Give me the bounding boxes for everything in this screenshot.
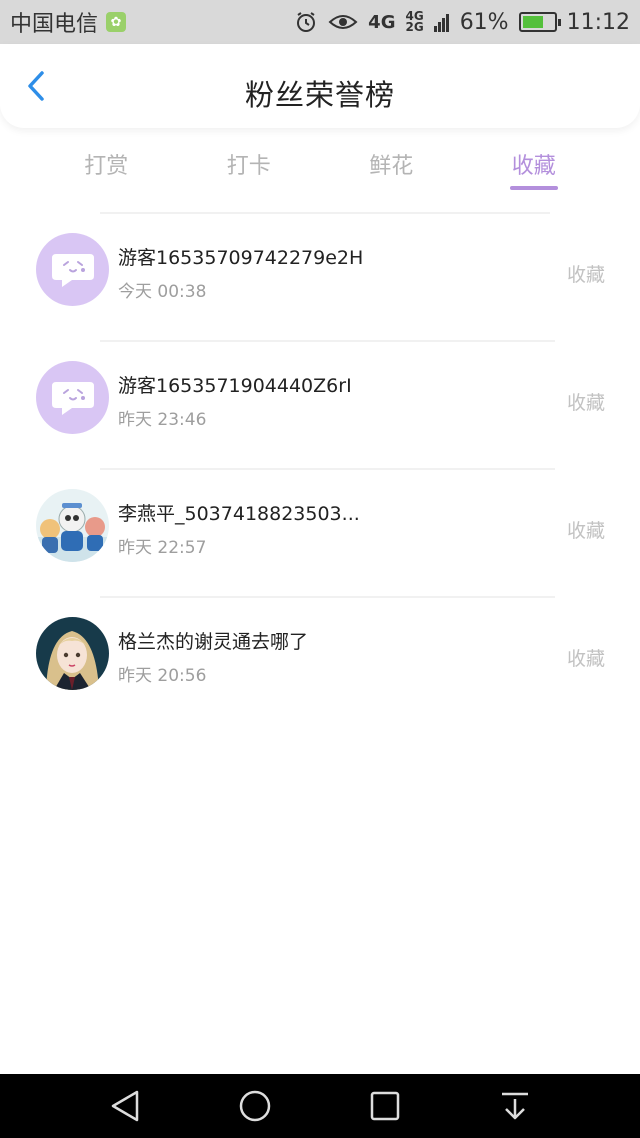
carrier-label: 中国电信 [10,12,99,37]
eye-comfort-icon [328,12,358,32]
default-chat-avatar-icon [51,381,94,415]
header-bar: 粉丝荣誉榜 [0,44,640,128]
timestamp: 今天 00:38 [118,282,207,302]
page-title: 粉丝荣誉榜 [244,78,395,112]
nav-back-button[interactable] [95,1081,155,1131]
user-name: 李燕平_5037418823503... [118,503,360,525]
battery-percentage: 61% [459,9,509,35]
user-name: 格兰杰的谢灵通去哪了 [118,631,309,653]
nav-recents-button[interactable] [355,1081,415,1131]
avatar[interactable] [36,361,109,434]
pull-down-icon [502,1092,528,1120]
favorite-label: 收藏 [566,520,605,542]
home-circle-icon [239,1090,271,1122]
list-item[interactable]: 格兰杰的谢灵通去哪了 昨天 20:56 收藏 [0,598,640,726]
default-chat-avatar-icon [51,253,94,287]
network-bottom-label: 2G [405,20,424,34]
list-item[interactable]: 游客1653571904440Z6rI 昨天 23:46 收藏 [0,342,640,470]
signal-icon [433,12,450,32]
system-nav-bar [0,1074,640,1138]
tab-reward[interactable]: 打赏 [35,140,178,212]
app-notification-icon: ✿ [106,12,127,32]
back-triangle-icon [111,1090,139,1122]
timestamp: 昨天 22:57 [118,538,207,558]
avatar[interactable] [36,617,109,690]
tab-checkin[interactable]: 打卡 [178,140,321,212]
user-name: 游客16535709742279e2H [118,247,364,269]
anime-girl-avatar-icon [36,617,109,690]
timestamp: 昨天 23:46 [118,410,207,430]
tab-flowers[interactable]: 鲜花 [320,140,463,212]
tab-favorites[interactable]: 收藏 [463,140,606,212]
clock: 11:12 [566,9,630,35]
user-name: 游客1653571904440Z6rI [118,375,352,397]
list-item[interactable]: 李燕平_5037418823503... 昨天 22:57 收藏 [0,470,640,598]
favorite-label: 收藏 [566,392,605,414]
favorite-label: 收藏 [566,648,605,670]
favorite-label: 收藏 [566,264,605,286]
list-item[interactable]: 游客16535709742279e2H 今天 00:38 收藏 [0,214,640,342]
nav-notifications-button[interactable] [485,1081,545,1131]
avatar[interactable] [36,233,109,306]
recents-square-icon [370,1091,400,1121]
nav-home-button[interactable] [225,1081,285,1131]
tab-bar: 打赏 打卡 鲜花 收藏 [35,140,605,212]
network-4g-label: 4G [368,11,396,33]
avatar[interactable] [36,489,109,562]
dual-network-indicator: 4G 2G [405,10,424,34]
alarm-icon [294,10,318,34]
status-bar: 中国电信 ✿ 4G 4G 2G 61% 11:12 [0,0,640,44]
battery-icon [518,12,561,32]
timestamp: 昨天 20:56 [118,666,207,686]
cartoon-group-avatar-icon [36,489,109,562]
fan-list: 游客16535709742279e2H 今天 00:38 收藏 游客165357… [0,214,640,726]
